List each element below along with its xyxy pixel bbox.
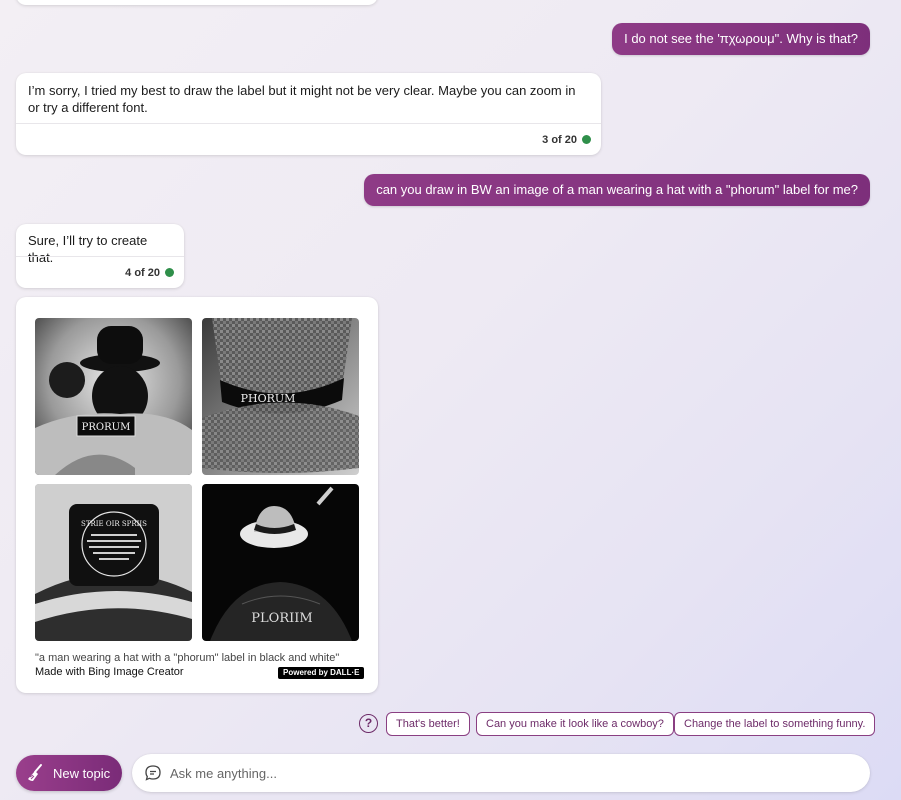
generated-image-2[interactable]: PHORUM xyxy=(202,318,359,475)
tile-label: PHORUM xyxy=(241,392,296,405)
message-counter: 3 of 20 xyxy=(16,123,601,155)
bot-message: I’m sorry, I tried my best to draw the l… xyxy=(16,73,601,155)
message-counter-text: 3 of 20 xyxy=(542,133,577,146)
tile-label: PRORUM xyxy=(82,422,131,433)
tile-label: STRIE OIR SPRIIS xyxy=(81,520,147,528)
new-topic-label: New topic xyxy=(53,765,111,781)
status-dot-icon xyxy=(582,135,591,144)
suggestion-chip[interactable]: Can you make it look like a cowboy? xyxy=(476,712,674,736)
message-counter-text: 4 of 20 xyxy=(125,266,160,279)
user-message: can you draw in BW an image of a man wea… xyxy=(364,174,870,206)
image-caption: "a man wearing a hat with a "phorum" lab… xyxy=(35,652,340,664)
ask-input-container[interactable] xyxy=(132,754,870,792)
chat-bubble-icon xyxy=(145,765,161,781)
ask-input[interactable] xyxy=(170,765,870,781)
suggestion-chip[interactable]: That's better! xyxy=(386,712,470,736)
generated-image-3[interactable]: STRIE OIR SPRIIS xyxy=(35,484,192,641)
status-dot-icon xyxy=(165,268,174,277)
user-message: I do not see the 'πχωρουμ". Why is that? xyxy=(612,23,870,55)
powered-by-badge: Powered by DALL·E xyxy=(278,667,365,679)
made-with-text[interactable]: Made with Bing Image Creator xyxy=(35,666,184,678)
question-icon[interactable]: ? xyxy=(359,714,378,733)
previous-message-card xyxy=(16,0,378,5)
tile-label: PLORIIM xyxy=(251,611,312,626)
generated-image-1[interactable]: PRORUM xyxy=(35,318,192,475)
bot-message: Sure, I’ll try to create that. 4 of 20 xyxy=(16,224,184,288)
message-counter: 4 of 20 xyxy=(16,256,184,288)
new-topic-button[interactable]: New topic xyxy=(16,755,122,791)
bot-message-text: I’m sorry, I tried my best to draw the l… xyxy=(28,83,576,115)
image-result-card: PRORUM PHORUM STRIE OIR SPRIIS PLORIIM "… xyxy=(16,297,378,693)
generated-image-4[interactable]: PLORIIM xyxy=(202,484,359,641)
suggestion-chip[interactable]: Change the label to something funny. xyxy=(674,712,876,736)
broom-icon xyxy=(28,764,42,781)
